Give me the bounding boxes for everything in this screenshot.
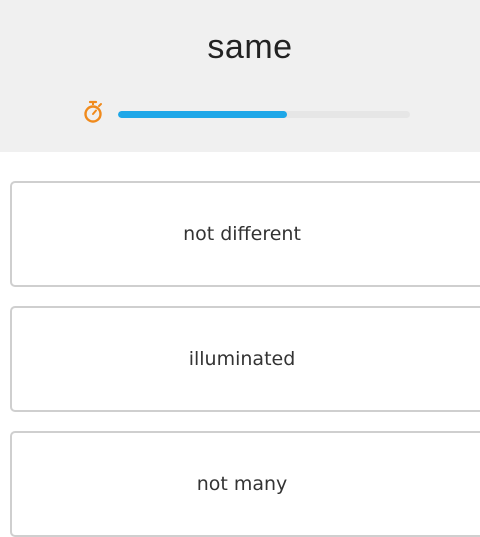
question-header: same — [0, 0, 480, 152]
answer-option-label: not many — [196, 473, 288, 495]
question-word: same — [207, 28, 293, 66]
timer-progress-bar — [118, 111, 410, 118]
answer-option-label: illuminated — [188, 348, 296, 370]
timer-progress-fill — [118, 111, 288, 118]
stopwatch-icon — [84, 100, 102, 123]
answer-option-label: not different — [183, 223, 301, 245]
answer-option-1[interactable]: not different — [10, 181, 480, 287]
answer-option-3[interactable]: not many — [10, 431, 480, 537]
answer-option-2[interactable]: illuminated — [10, 306, 480, 412]
